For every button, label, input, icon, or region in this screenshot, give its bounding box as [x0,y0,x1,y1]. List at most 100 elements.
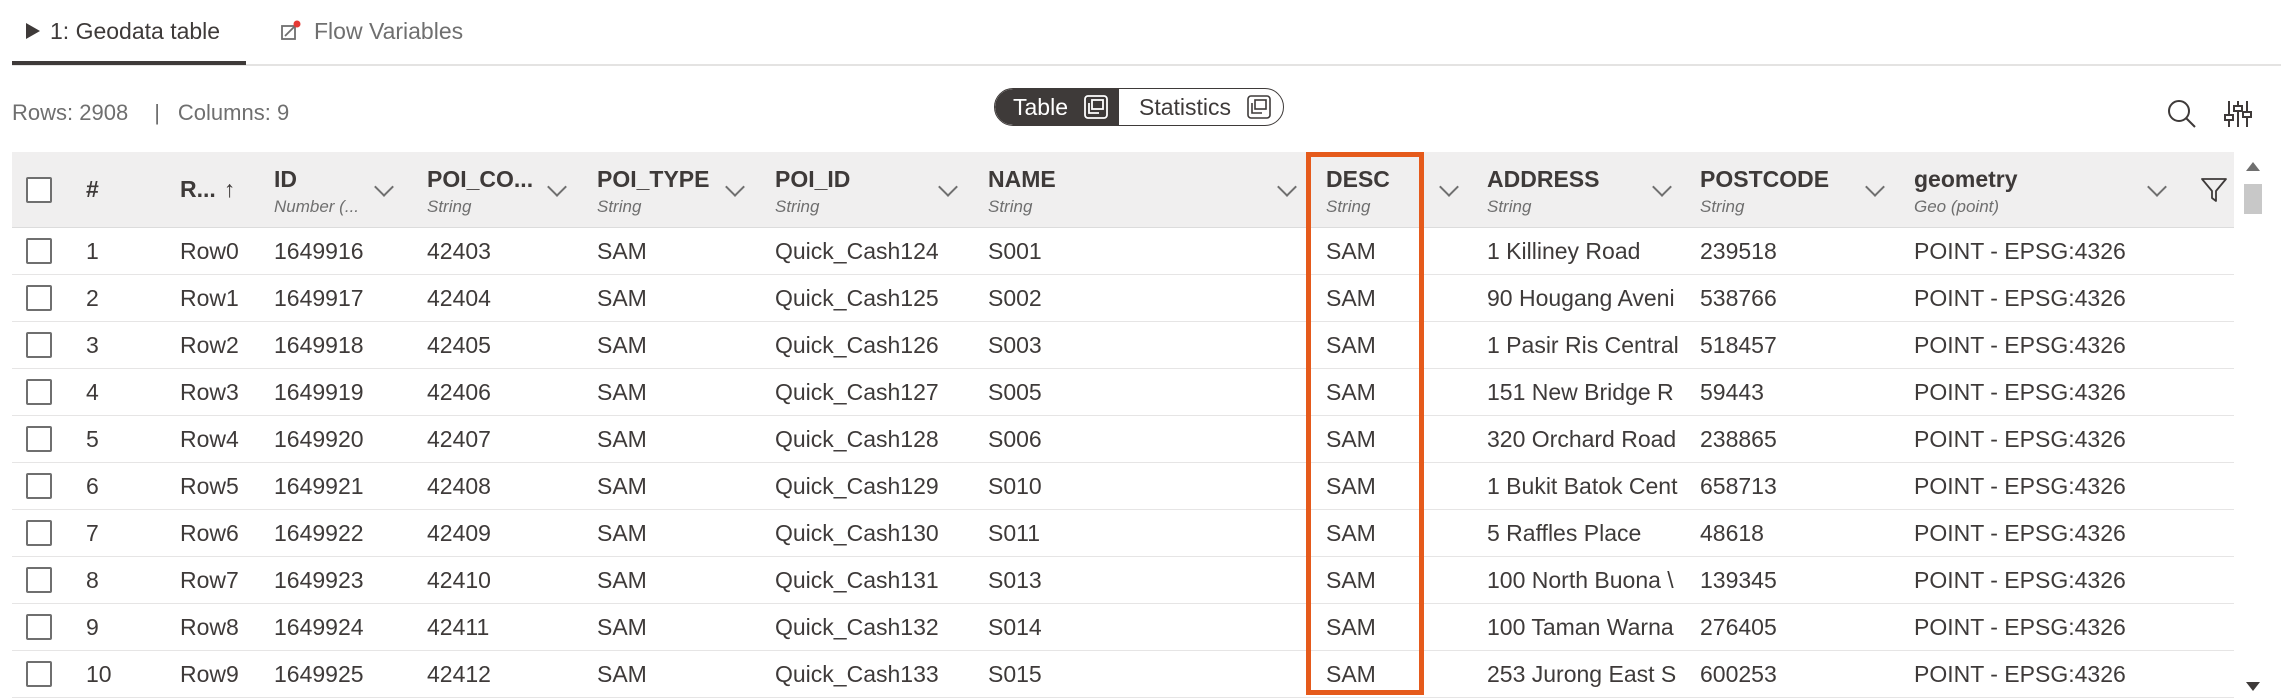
search-icon[interactable] [2166,98,2198,130]
sort-ascending-icon[interactable]: ↑ [224,176,236,203]
chevron-down-icon[interactable] [725,177,745,197]
cell-id: 1649924 [274,614,364,640]
tab-flow-variables[interactable]: Flow Variables [280,14,463,48]
statistics-view-button[interactable]: Statistics [1119,89,1283,125]
column-header-poi-type[interactable]: POI_TYPE String [597,166,709,217]
row-checkbox[interactable] [26,473,52,499]
table-body: 1 Row0 1649916 42403 SAM Quick_Cash124 S001 SAM… [12,228,2234,698]
cell-name: S005 [988,379,1042,405]
column-header-name[interactable]: NAME String [988,166,1056,217]
row-checkbox[interactable] [26,285,52,311]
row-checkbox[interactable] [26,379,52,405]
cell-id: 1649925 [274,661,364,687]
tab-geodata-table[interactable]: 1: Geodata table [26,14,220,48]
column-header-geometry[interactable]: geometry Geo (point) [1914,166,2018,217]
column-header-index: # [86,176,99,202]
filter-icon[interactable] [2200,176,2228,204]
desc-column-highlight [1306,152,1424,695]
cell-geometry: POINT - EPSG:4326 [1914,661,2126,687]
tab-label: 1: Geodata table [50,17,221,44]
table-row[interactable]: 4 Row3 1649919 42406 SAM Quick_Cash127 S005 SAM… [12,369,2234,416]
table-row[interactable]: 10 Row9 1649925 42412 SAM Quick_Cash133 S015 SA… [12,651,2234,698]
table-row[interactable]: 8 Row7 1649923 42410 SAM Quick_Cash131 S013 SAM… [12,557,2234,604]
row-checkbox[interactable] [26,567,52,593]
row-checkbox[interactable] [26,238,52,264]
open-window-icon[interactable] [1082,93,1110,121]
row-checkbox[interactable] [26,661,52,687]
row-checkbox[interactable] [26,520,52,546]
table-row[interactable]: 5 Row4 1649920 42407 SAM Quick_Cash128 S006 SAM… [12,416,2234,463]
active-tab-indicator [12,61,246,65]
table-row[interactable]: 9 Row8 1649924 42411 SAM Quick_Cash132 S014 SAM… [12,604,2234,651]
chevron-down-icon[interactable] [374,177,394,197]
cell-geometry: POINT - EPSG:4326 [1914,332,2126,358]
chevron-down-icon[interactable] [547,177,567,197]
cell-index: 1 [86,238,99,264]
table-row[interactable]: 2 Row1 1649917 42404 SAM Quick_Cash125 S002 SAM… [12,275,2234,322]
cell-postcode: 238865 [1700,426,1777,452]
cell-index: 6 [86,473,99,499]
cell-postcode: 48618 [1700,520,1764,546]
cell-id: 1649918 [274,332,364,358]
cell-postcode: 600253 [1700,661,1777,687]
cell-poi-type: SAM [597,426,647,452]
table-row[interactable]: 1 Row0 1649916 42403 SAM Quick_Cash124 S001 SAM… [12,228,2234,275]
row-checkbox[interactable] [26,426,52,452]
cell-name: S010 [988,473,1042,499]
table-row[interactable]: 6 Row5 1649921 42408 SAM Quick_Cash129 S010 SAM… [12,463,2234,510]
column-header-address[interactable]: ADDRESS String [1487,166,1599,217]
cell-poi-code: 42404 [427,285,491,311]
cell-row-id: Row3 [180,379,239,405]
cell-poi-type: SAM [597,614,647,640]
cell-poi-code: 42405 [427,332,491,358]
cell-row-id: Row8 [180,614,239,640]
cell-address: 100 North Buona \ [1487,567,1674,593]
row-checkbox[interactable] [26,614,52,640]
table-row[interactable]: 7 Row6 1649922 42409 SAM Quick_Cash130 S011 SAM… [12,510,2234,557]
scroll-up-icon[interactable] [2246,162,2260,171]
select-all-checkbox[interactable] [26,177,52,203]
data-table: # R... ↑ ID Number (... POI_CO... String … [12,152,2234,698]
column-header-poi-code[interactable]: POI_CO... String [427,166,533,217]
cell-name: S015 [988,661,1042,687]
cell-address: 320 Orchard Road [1487,426,1677,452]
chevron-down-icon[interactable] [938,177,958,197]
cell-poi-id: Quick_Cash130 [775,520,939,546]
cell-geometry: POINT - EPSG:4326 [1914,567,2126,593]
cell-address: 100 Taman Warna [1487,614,1674,640]
cell-name: S003 [988,332,1042,358]
column-header-poi-id[interactable]: POI_ID String [775,166,850,217]
cell-postcode: 239518 [1700,238,1777,264]
table-view-button[interactable]: Table [995,89,1119,125]
open-window-icon[interactable] [1245,93,1273,121]
cell-poi-type: SAM [597,285,647,311]
chevron-down-icon[interactable] [2147,177,2167,197]
column-header-rowid[interactable]: R... ↑ [180,176,235,203]
cell-postcode: 538766 [1700,285,1777,311]
row-checkbox[interactable] [26,332,52,358]
cell-geometry: POINT - EPSG:4326 [1914,238,2126,264]
column-header-id[interactable]: ID Number (... [274,166,359,217]
cell-poi-id: Quick_Cash125 [775,285,939,311]
cell-geometry: POINT - EPSG:4326 [1914,473,2126,499]
chevron-down-icon[interactable] [1277,177,1297,197]
cell-index: 3 [86,332,99,358]
cell-geometry: POINT - EPSG:4326 [1914,614,2126,640]
chevron-down-icon[interactable] [1865,177,1885,197]
cell-postcode: 59443 [1700,379,1764,405]
cell-row-id: Row9 [180,661,239,687]
scrollbar-thumb[interactable] [2244,184,2262,214]
scroll-down-icon[interactable] [2246,682,2260,691]
cell-poi-code: 42407 [427,426,491,452]
vertical-scrollbar[interactable] [2240,152,2266,699]
cell-poi-type: SAM [597,473,647,499]
column-header-postcode[interactable]: POSTCODE String [1700,166,1829,217]
chevron-down-icon[interactable] [1652,177,1672,197]
table-row[interactable]: 3 Row2 1649918 42405 SAM Quick_Cash126 S003 SAM… [12,322,2234,369]
cell-id: 1649920 [274,426,364,452]
chevron-down-icon[interactable] [1439,177,1459,197]
cell-address: 1 Pasir Ris Central [1487,332,1679,358]
column-settings-icon[interactable] [2222,98,2254,130]
cell-id: 1649917 [274,285,364,311]
separator: | [154,100,160,125]
